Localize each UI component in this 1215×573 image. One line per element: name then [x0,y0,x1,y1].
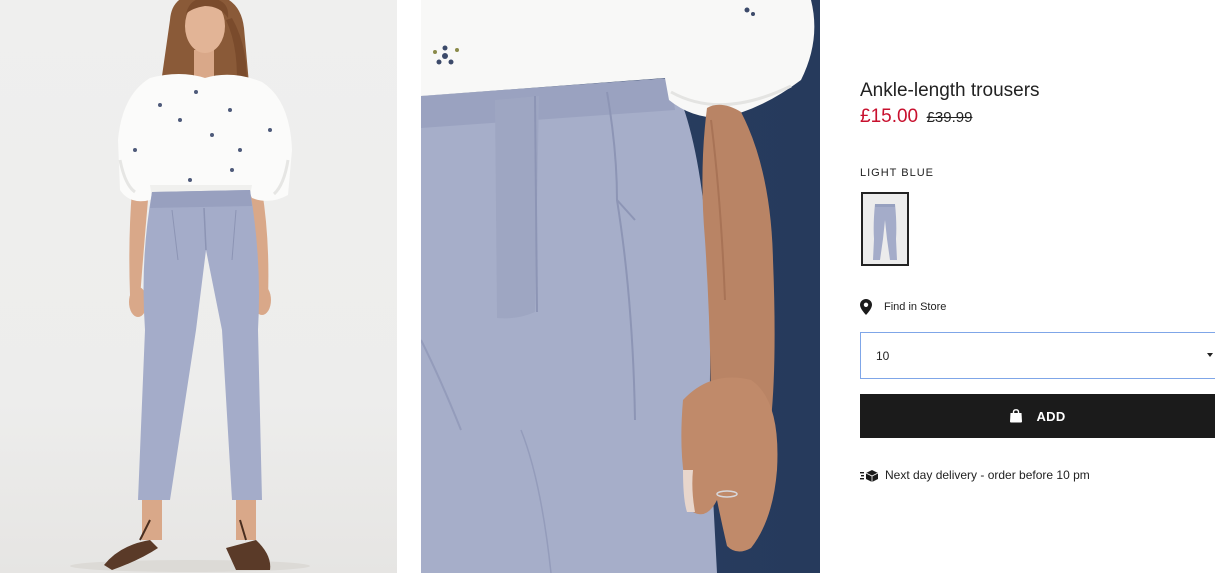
find-in-store-link[interactable]: Find in Store [860,299,946,315]
size-selected-value: 10 [876,348,890,363]
location-pin-icon [860,299,872,315]
model-illustration [70,0,310,572]
add-button-label: ADD [1036,408,1066,424]
delivery-text: Next day delivery - order before 10 pm [885,468,1090,482]
color-swatch-light-blue[interactable] [861,192,909,266]
size-select[interactable]: 10 [860,332,1215,379]
product-info-panel: Ankle-length trousers £15.00 £39.99 LIGH… [860,0,1215,573]
product-page: Ankle-length trousers £15.00 £39.99 LIGH… [0,0,1215,573]
shopping-bag-icon [1010,409,1023,423]
product-title: Ankle-length trousers [860,80,1040,101]
original-price: £39.99 [926,109,973,126]
sale-price: £15.00 [860,106,919,127]
caret-down-icon [1207,353,1213,357]
delivery-truck-icon [860,469,879,482]
add-to-bag-button[interactable]: ADD [860,394,1215,438]
selected-color-label: LIGHT BLUE [860,167,934,179]
find-in-store-label: Find in Store [884,301,947,313]
product-image-detail[interactable] [421,0,820,573]
price-row: £15.00 £39.99 [860,106,972,128]
swatch-trousers-thumbnail [863,194,907,264]
product-image-full[interactable] [0,0,397,573]
delivery-info: Next day delivery - order before 10 pm [860,467,1090,483]
detail-illustration [421,0,820,573]
